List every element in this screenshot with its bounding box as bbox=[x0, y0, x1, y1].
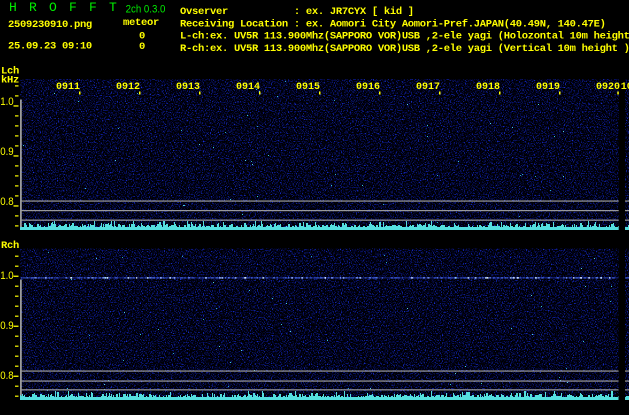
svg-text:0913: 0913 bbox=[176, 82, 200, 93]
svg-text:2509230910.png: 2509230910.png bbox=[8, 19, 92, 31]
svg-text:0918: 0918 bbox=[476, 82, 500, 93]
svg-text:0919: 0919 bbox=[536, 82, 560, 93]
svg-text:L-ch:ex. UV5R 113.900Mhz(SAPPO: L-ch:ex. UV5R 113.900Mhz(SAPPORO VOR)USB… bbox=[180, 31, 629, 43]
svg-text:Rch: Rch bbox=[1, 240, 19, 252]
svg-text:0915: 0915 bbox=[296, 82, 320, 93]
svg-text:Ovserver : ex. JR7CY: Ovserver : ex. JR7CYX [ kid ] bbox=[180, 6, 414, 18]
svg-text:0912: 0912 bbox=[116, 82, 140, 93]
svg-text:kHz: kHz bbox=[1, 75, 19, 87]
svg-text:R-ch:ex. UV5R 113.900Mhz(SAPPO: R-ch:ex. UV5R 113.900Mhz(SAPPORO VOR)USB… bbox=[180, 43, 629, 55]
svg-text:meteor: meteor bbox=[123, 17, 159, 29]
svg-text:10: 10 bbox=[621, 82, 629, 93]
svg-text:0916: 0916 bbox=[356, 82, 380, 93]
svg-text:0.8: 0.8 bbox=[0, 371, 14, 383]
svg-text:Receiving Location : ex. Aomor: Receiving Location : ex. Aomori City Aom… bbox=[180, 19, 606, 31]
svg-text:0911: 0911 bbox=[56, 82, 80, 93]
svg-text:0920: 0920 bbox=[596, 82, 620, 93]
svg-text:25.09.23 09:10: 25.09.23 09:10 bbox=[8, 40, 92, 52]
svg-text:1.0: 1.0 bbox=[0, 271, 14, 283]
svg-text:H R O F F T: H R O F F T bbox=[9, 0, 119, 15]
svg-text:0.8: 0.8 bbox=[0, 197, 14, 209]
svg-text:0917: 0917 bbox=[416, 82, 440, 93]
svg-text:0.9: 0.9 bbox=[0, 147, 14, 159]
svg-text:0.9: 0.9 bbox=[0, 321, 14, 333]
svg-text:0: 0 bbox=[139, 41, 145, 53]
svg-text:1.0: 1.0 bbox=[0, 97, 14, 109]
svg-text:2ch 0.3.0: 2ch 0.3.0 bbox=[126, 4, 166, 16]
svg-text:0914: 0914 bbox=[236, 82, 260, 93]
